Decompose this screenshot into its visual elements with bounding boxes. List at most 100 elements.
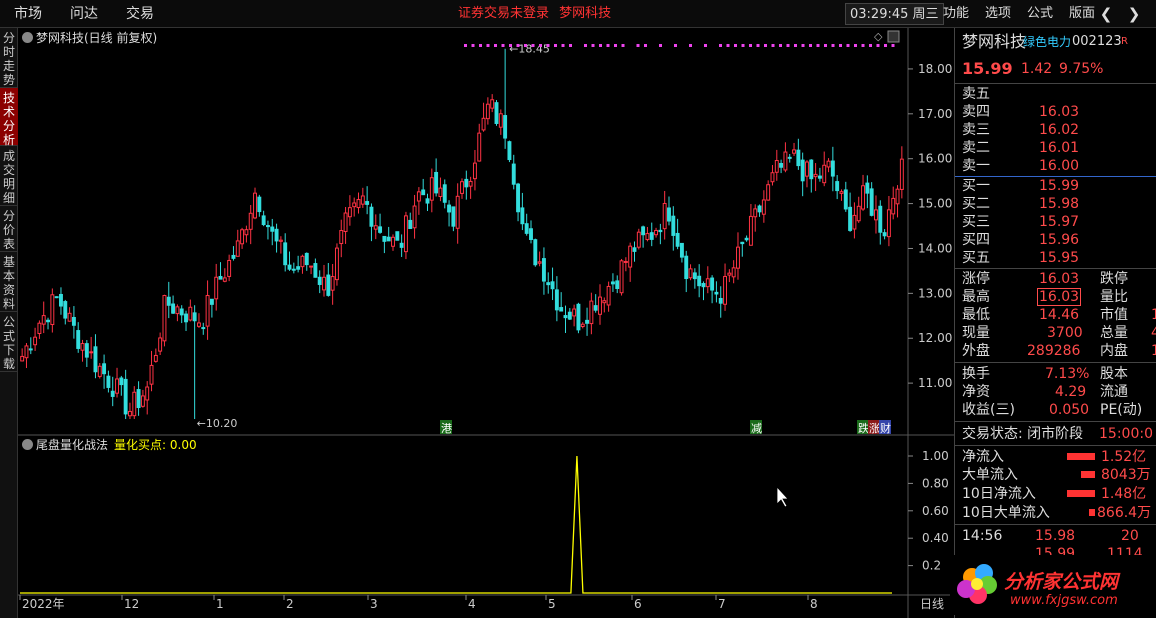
candle-body xyxy=(886,209,891,238)
signal-dot xyxy=(659,44,662,47)
candle-body xyxy=(373,225,378,230)
candle-body xyxy=(408,219,413,229)
site-logo: 分析家公式网 www.fxjgsw.com xyxy=(950,555,1150,615)
candle-body xyxy=(546,282,551,286)
x-tick-label: 6 xyxy=(634,597,642,611)
candle-body xyxy=(447,204,452,213)
candle-body xyxy=(50,294,55,326)
candle-body xyxy=(464,178,469,188)
candle-body xyxy=(610,281,615,285)
tab-trades[interactable]: 成交明细 xyxy=(0,146,18,206)
badge: R xyxy=(1121,36,1128,47)
menu-market[interactable]: 市场 xyxy=(0,0,56,28)
candle-body xyxy=(89,351,94,354)
candle-body xyxy=(675,232,680,247)
quote-panel: 梦网科技 绿色电力 002123 R 15.99 1.42 9.75% 卖五 卖… xyxy=(954,28,1156,618)
candle-body xyxy=(516,183,521,213)
stock-code: 002123 xyxy=(1072,34,1122,49)
candle-body xyxy=(128,410,132,417)
candle-body xyxy=(76,330,81,349)
signal-dot xyxy=(554,44,557,47)
candle-body xyxy=(222,277,227,282)
top-menu: 市场 问达 交易 xyxy=(0,0,168,28)
candle-body xyxy=(524,223,529,234)
bid-5-row: 买五 15.95 xyxy=(962,250,1080,266)
event-marker: 涨 xyxy=(869,422,880,435)
candle-body xyxy=(628,245,633,268)
signal-dot xyxy=(809,44,812,47)
login-status[interactable]: 证券交易未登录 xyxy=(458,6,549,21)
signal-dot xyxy=(516,44,520,47)
x-tick-label: 12 xyxy=(124,597,139,611)
candle-body xyxy=(41,315,46,325)
diamond-icon[interactable]: ◇ xyxy=(874,30,883,43)
chart-area[interactable]: 18.00 17.00 16.00 15.00 14.00 13.00 12.00 11.00… xyxy=(18,28,954,618)
candle-body xyxy=(322,276,326,291)
forward-arrow-icon[interactable]: ❯ xyxy=(1124,4,1144,24)
indicator-label[interactable]: 尾盘量化战法 量化买点: 0.00 xyxy=(22,436,197,453)
candle-body xyxy=(498,113,503,128)
candle-body xyxy=(580,323,585,328)
candle-body xyxy=(533,239,538,266)
menu-wenda[interactable]: 问达 xyxy=(56,0,112,28)
tab-price-table[interactable]: 分价表 xyxy=(0,206,18,252)
signal-dot xyxy=(824,44,827,47)
tab-formula-download[interactable]: 公式下载 xyxy=(0,312,18,372)
candle-body xyxy=(442,184,447,203)
candle-body xyxy=(843,189,848,210)
candle-body xyxy=(300,255,305,268)
candle-body xyxy=(485,103,490,120)
tab-fundamentals[interactable]: 基本资料 xyxy=(0,252,18,312)
menu-function[interactable]: 功能 xyxy=(935,0,977,28)
candle-body xyxy=(248,212,253,230)
divider xyxy=(955,445,1156,446)
ask-2-row: 卖二 16.01 xyxy=(962,140,1080,156)
signal-dot xyxy=(531,44,535,47)
candle-body xyxy=(84,343,89,358)
sector-tag[interactable]: 绿色电力 xyxy=(1023,33,1071,51)
y-tick-label: 18.00 xyxy=(918,62,952,76)
candle-body xyxy=(166,296,171,306)
candle-body xyxy=(692,272,697,280)
candle-body xyxy=(740,241,745,245)
candle-body xyxy=(123,378,128,415)
candle-body xyxy=(839,191,844,194)
candle-body xyxy=(231,254,236,259)
candle-body xyxy=(567,311,572,320)
chevron-down-icon[interactable] xyxy=(22,439,33,450)
candle-body xyxy=(24,345,29,359)
candle-body xyxy=(136,389,141,409)
candle-body xyxy=(899,158,904,190)
candlestick-chart[interactable]: 18.0017.0016.0015.0014.0013.0012.0011.00… xyxy=(18,28,954,618)
menu-options[interactable]: 选项 xyxy=(977,0,1019,28)
candle-body xyxy=(770,172,775,183)
candle-body xyxy=(723,275,728,305)
expand-icon[interactable] xyxy=(887,30,900,43)
min-price-label: ←10.20 xyxy=(197,417,238,430)
signal-dot xyxy=(644,44,647,47)
candle-body xyxy=(490,99,495,109)
candle-body xyxy=(589,300,594,325)
event-marker: 跌 xyxy=(858,421,869,435)
tab-intraday[interactable]: 分时走势 xyxy=(0,28,18,88)
tab-technical[interactable]: 技术分析 xyxy=(0,88,18,147)
menu-trade[interactable]: 交易 xyxy=(112,0,168,28)
candle-body xyxy=(46,319,50,323)
candle-body xyxy=(783,151,788,171)
indicator-pane: 1.00 0.80 0.60 0.40 0.2 xyxy=(20,449,949,594)
chevron-down-icon[interactable] xyxy=(22,32,33,43)
signal-dot xyxy=(614,44,617,47)
y-tick-label: 13.00 xyxy=(918,286,952,300)
signal-dot xyxy=(569,44,572,47)
main-chart-label[interactable]: 梦网科技(日线 前复权) xyxy=(22,29,157,46)
back-arrow-icon[interactable]: ❮ xyxy=(1096,4,1116,24)
candle-body xyxy=(753,208,758,218)
menu-formula[interactable]: 公式 xyxy=(1019,0,1061,28)
candle-body xyxy=(171,303,176,314)
candle-body xyxy=(162,295,167,342)
candle-body xyxy=(197,322,201,327)
candle-body xyxy=(865,182,870,194)
signal-dot xyxy=(839,44,842,47)
candle-body xyxy=(33,336,38,346)
candle-body xyxy=(158,337,163,352)
